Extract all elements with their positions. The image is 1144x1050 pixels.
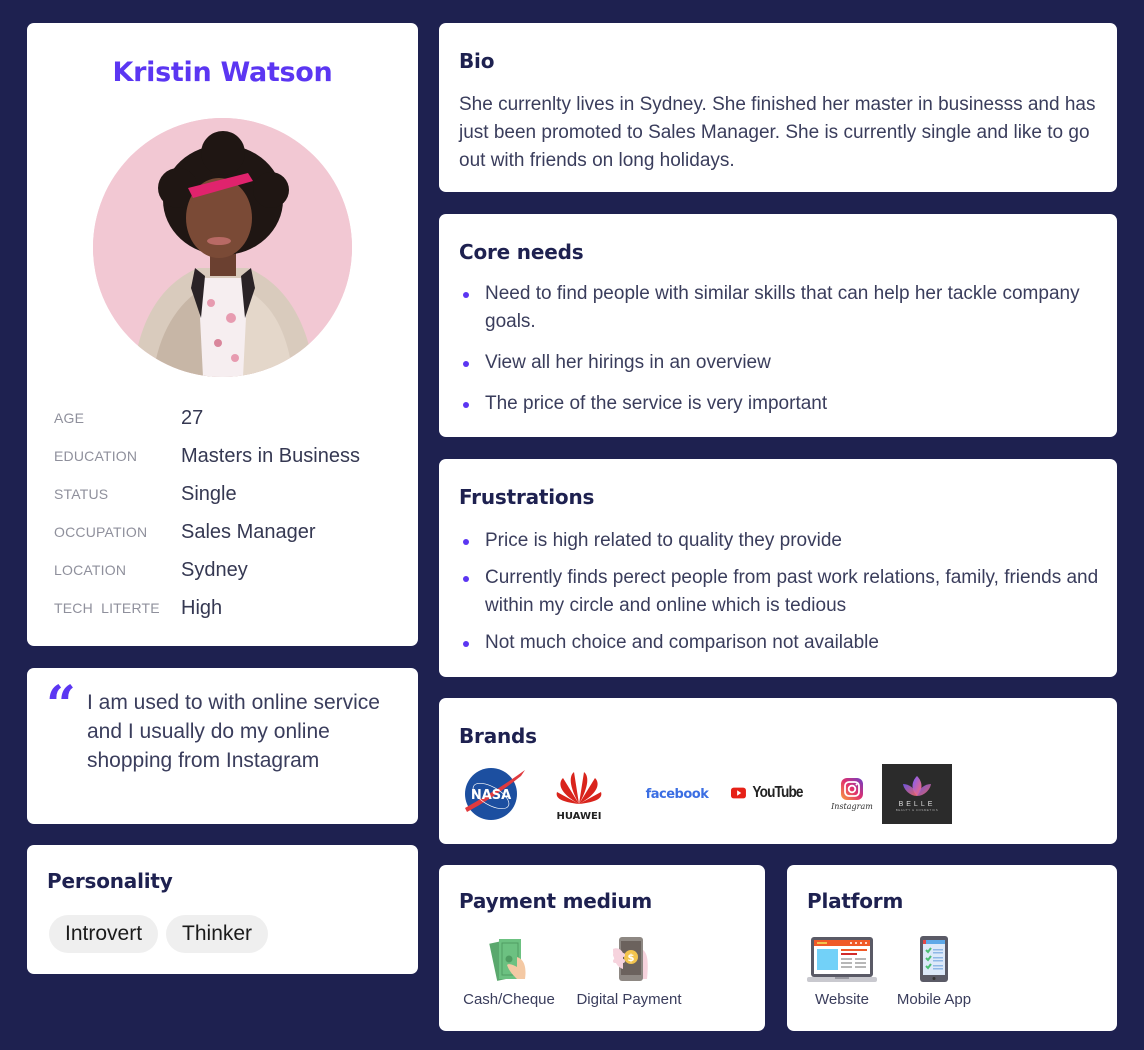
attribute-value: Sydney	[181, 558, 248, 581]
cash-icon	[489, 939, 526, 981]
list-item: Not much choice and comparison not avail…	[459, 629, 1099, 657]
profile-card: Kristin Watson AGE 27 EDUCATION Masters …	[27, 23, 418, 646]
attribute-value: Single	[181, 482, 237, 505]
list-item-text: View all her hirings in an overview	[485, 352, 771, 373]
personality-card: Personality Introvert Thinker	[27, 845, 418, 974]
quote-mark-icon: “	[46, 675, 76, 736]
section-title: Brands	[459, 724, 537, 748]
attribute-list: AGE 27 EDUCATION Masters in Business STA…	[54, 399, 360, 627]
frustrations-card: Frustrations Price is high related to qu…	[439, 459, 1117, 677]
huawei-logo-text: HUAWEI	[556, 811, 601, 822]
section-title: Frustrations	[459, 485, 595, 509]
section-title: Bio	[459, 49, 495, 73]
attribute-label: OCCUPATION	[54, 524, 148, 540]
list-item: Currently finds perect people from past …	[459, 564, 1099, 620]
list-item: Price is high related to quality they pr…	[459, 527, 1099, 555]
payment-option-digital: $ Digital Payment	[573, 935, 685, 1008]
belle-logo-subtext: BEAUTY & COSMETICS	[895, 808, 939, 812]
attribute-row-age: AGE 27	[54, 399, 360, 437]
section-title: Platform	[807, 889, 904, 913]
personality-tag: Thinker	[166, 915, 269, 953]
attribute-row-status: STATUS Single	[54, 475, 360, 513]
bullet-icon	[463, 402, 469, 408]
digital-payment-icon: $	[613, 937, 648, 981]
list-item-text: Need to find people with similar skills …	[485, 283, 1080, 332]
core-needs-list: Need to find people with similar skills …	[459, 280, 1099, 431]
platform-option-website: Website	[805, 935, 879, 1008]
core-needs-card: Core needs Need to find people with simi…	[439, 214, 1117, 437]
bio-text: She currenlty lives in Sydney. She finis…	[459, 94, 1096, 171]
payment-option-label: Cash/Cheque	[463, 991, 555, 1008]
list-item: The price of the service is very importa…	[459, 390, 1099, 418]
mobile-app-icon	[920, 936, 948, 982]
attribute-label: TECH LITERTE	[54, 600, 160, 616]
personality-tag: Introvert	[49, 915, 159, 953]
attribute-value: 27	[181, 406, 204, 429]
bullet-icon	[463, 292, 469, 298]
section-title: Core needs	[459, 240, 584, 264]
platform-option-label: Mobile App	[896, 991, 972, 1008]
attribute-row-tech-literacy: TECH LITERTE High	[54, 589, 360, 627]
attribute-value: High	[181, 596, 223, 619]
instagram-logo-icon: Instagram	[829, 770, 875, 818]
attribute-row-education: EDUCATION Masters in Business	[54, 437, 360, 475]
youtube-logo-text: YouTube	[752, 784, 803, 801]
platform-option-mobile-app: Mobile App	[889, 935, 979, 1008]
person-avatar-icon	[93, 118, 352, 377]
attribute-value: Masters in Business	[181, 444, 360, 467]
attribute-label: AGE	[54, 410, 85, 426]
payment-option-cash: Cash/Cheque	[459, 935, 559, 1008]
bio-card: Bio She currenlty lives in Sydney. She f…	[439, 23, 1117, 192]
nasa-logo-icon: NASA	[461, 766, 527, 822]
attribute-value: Sales Manager	[181, 520, 316, 543]
payment-option-label: Digital Payment	[576, 991, 682, 1008]
persona-name: Kristin Watson	[112, 57, 333, 88]
list-item: View all her hirings in an overview	[459, 349, 1099, 377]
personality-tags: Introvert Thinker	[49, 915, 269, 953]
list-item: Need to find people with similar skills …	[459, 280, 1099, 336]
list-item-text: Currently finds perect people from past …	[485, 567, 1099, 616]
huawei-logo-icon: HUAWEI	[549, 766, 609, 822]
quote-text: I am used to with online service and I u…	[87, 691, 380, 772]
attribute-row-occupation: OCCUPATION Sales Manager	[54, 513, 360, 551]
facebook-logo-icon: facebook	[633, 780, 721, 808]
website-icon	[807, 937, 877, 982]
facebook-logo-text: facebook	[645, 786, 709, 802]
section-title: Payment medium	[459, 889, 653, 913]
attribute-label: LOCATION	[54, 562, 127, 578]
list-item-text: The price of the service is very importa…	[485, 393, 828, 414]
list-item-text: Price is high related to quality they pr…	[485, 530, 842, 551]
attribute-label: STATUS	[54, 486, 109, 502]
bullet-icon	[463, 539, 469, 545]
attribute-row-location: LOCATION Sydney	[54, 551, 360, 589]
section-title: Personality	[47, 869, 173, 893]
svg-text:$: $	[628, 953, 635, 964]
frustrations-list: Price is high related to quality they pr…	[459, 527, 1099, 666]
bullet-icon	[463, 361, 469, 367]
platform-option-label: Website	[815, 991, 869, 1008]
list-item-text: Not much choice and comparison not avail…	[485, 632, 879, 653]
belle-logo-text: BELLE	[898, 801, 936, 808]
brand-logos: NASA HUAWEI facebook YouTube Instagram B…	[459, 762, 1099, 826]
profile-photo	[93, 118, 352, 377]
youtube-logo-icon: YouTube	[731, 778, 807, 808]
quote-card: “ I am used to with online service and I…	[27, 668, 418, 824]
instagram-logo-text: Instagram	[831, 801, 873, 811]
bullet-icon	[463, 641, 469, 647]
payment-medium-card: Payment medium Cash/Cheque $ Digital Pay…	[439, 865, 765, 1031]
platform-card: Platform Website Mobile App	[787, 865, 1117, 1031]
brands-card: Brands NASA HUAWEI facebook YouTube Inst…	[439, 698, 1117, 844]
belle-logo-icon: BELLE BEAUTY & COSMETICS	[882, 764, 952, 824]
attribute-label: EDUCATION	[54, 448, 138, 464]
nasa-logo-text: NASA	[471, 788, 511, 803]
bullet-icon	[463, 576, 469, 582]
